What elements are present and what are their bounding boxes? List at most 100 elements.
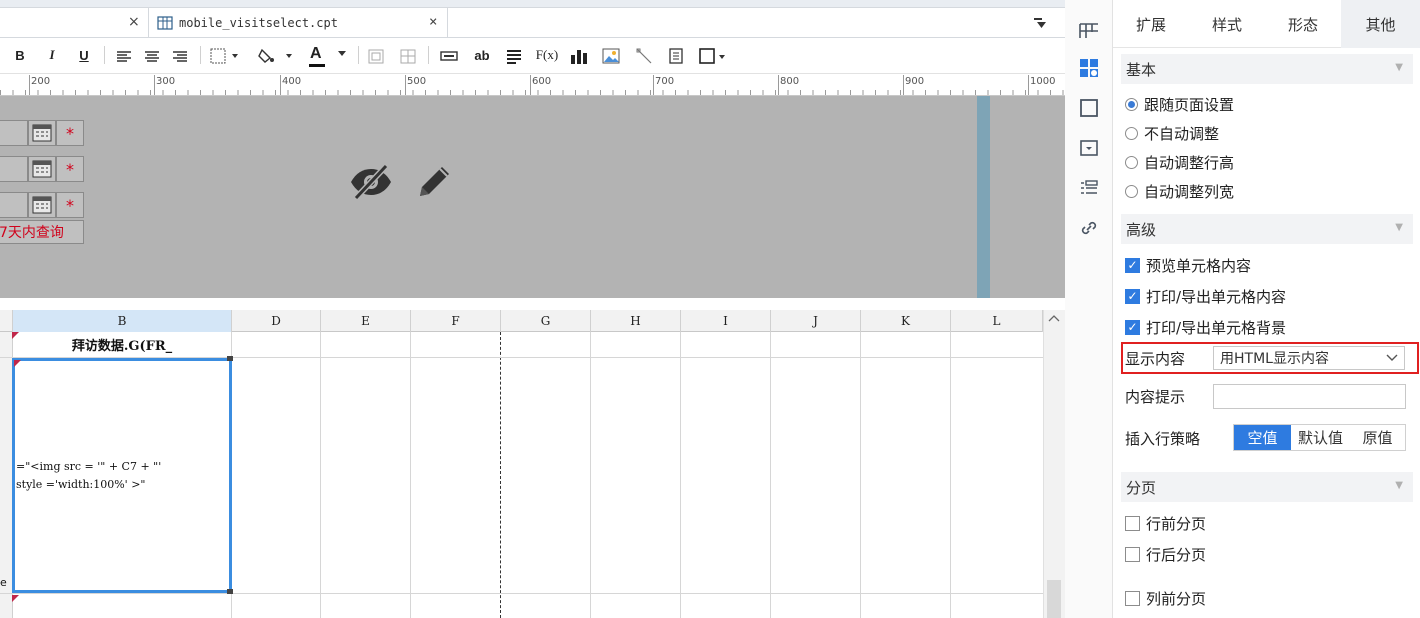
- insert-image-icon[interactable]: [602, 48, 620, 64]
- ruler-label: 1000: [1030, 76, 1056, 87]
- italic-button[interactable]: I: [44, 44, 60, 66]
- cell-attributes-tab[interactable]: [1065, 14, 1113, 46]
- form-input-cell[interactable]: [0, 192, 28, 218]
- border-tab[interactable]: [1065, 92, 1113, 124]
- strategy-null-button[interactable]: 空值: [1234, 425, 1291, 450]
- tab-other[interactable]: 其他: [1341, 0, 1420, 48]
- widget-icon: [1080, 59, 1098, 77]
- insert-paragraph-icon[interactable]: [506, 49, 522, 64]
- dropdown-tab[interactable]: [1065, 132, 1113, 164]
- merge-cells-icon[interactable]: [368, 49, 384, 64]
- column-header[interactable]: E: [321, 310, 411, 332]
- column-header[interactable]: B: [13, 310, 232, 332]
- column-header[interactable]: K: [861, 310, 951, 332]
- ruler-label: 900: [905, 76, 925, 87]
- form-canvas: * * * 7天内查询: [0, 96, 1065, 298]
- eye-slash-icon[interactable]: [348, 162, 394, 202]
- font-color-glyph: A: [310, 45, 322, 62]
- date-picker-cell[interactable]: [28, 120, 56, 146]
- check-print-content[interactable]: ✓ 打印/导出单元格内容: [1125, 284, 1286, 308]
- bold-button[interactable]: B: [12, 44, 28, 66]
- vertical-scrollbar[interactable]: [1043, 310, 1065, 618]
- insert-row-strategy-label: 插入行策略: [1125, 430, 1201, 448]
- widget-settings-tab[interactable]: [1065, 52, 1113, 84]
- column-header[interactable]: L: [951, 310, 1043, 332]
- data-header-cell[interactable]: 拜访数据.G(FR_: [13, 332, 231, 357]
- required-mark: *: [56, 156, 84, 182]
- panel-tab-bar: 扩展 样式 形态 其他: [1113, 0, 1420, 48]
- column-header[interactable]: I: [681, 310, 771, 332]
- insert-subreport-icon[interactable]: [668, 48, 684, 64]
- hyperlink-tab[interactable]: [1065, 212, 1113, 244]
- cell-handle[interactable]: [227, 589, 233, 594]
- close-previous-tab-icon[interactable]: ×: [128, 14, 140, 30]
- check-print-background[interactable]: ✓ 打印/导出单元格背景: [1125, 315, 1286, 339]
- check-preview-content[interactable]: ✓ 预览单元格内容: [1125, 253, 1251, 277]
- check-page-before-row[interactable]: 行前分页: [1125, 511, 1206, 535]
- scrollbar-thumb[interactable]: [1047, 580, 1061, 618]
- tab-style[interactable]: 样式: [1189, 0, 1265, 48]
- pencil-icon[interactable]: [414, 162, 454, 202]
- option-auto-column-width[interactable]: 自动调整列宽: [1125, 179, 1234, 203]
- column-header[interactable]: D: [232, 310, 321, 332]
- check-page-after-row[interactable]: 行后分页: [1125, 542, 1206, 566]
- section-basic[interactable]: 基本 ▼: [1121, 54, 1413, 84]
- ruler-label: 300: [156, 76, 176, 87]
- tab-menu-icon[interactable]: [1033, 17, 1047, 29]
- option-auto-row-height[interactable]: 自动调整行高: [1125, 150, 1234, 174]
- option-label: 自动调整行高: [1144, 153, 1235, 172]
- display-content-select[interactable]: 用HTML显示内容: [1213, 346, 1405, 370]
- calendar-icon: [32, 160, 52, 178]
- date-picker-cell[interactable]: [28, 192, 56, 218]
- chevron-up-icon[interactable]: [1048, 314, 1060, 322]
- formula-line-2: style ='width:100%' >": [16, 478, 146, 491]
- section-paging[interactable]: 分页 ▼: [1121, 472, 1413, 502]
- cell-handle[interactable]: [227, 356, 233, 361]
- font-color-button[interactable]: A: [308, 45, 352, 67]
- cell-border-icon[interactable]: [698, 47, 728, 65]
- list-tab[interactable]: [1065, 172, 1113, 204]
- form-input-cell[interactable]: [0, 156, 28, 182]
- selected-cell[interactable]: [12, 358, 232, 593]
- section-advanced[interactable]: 高级 ▼: [1121, 214, 1413, 244]
- column-header[interactable]: F: [411, 310, 501, 332]
- horizontal-ruler: 200 300 400 500 600 700 800 900 1000: [0, 74, 1065, 96]
- strategy-default-button[interactable]: 默认值: [1291, 425, 1350, 450]
- split-cells-icon[interactable]: [400, 49, 416, 64]
- align-left-icon[interactable]: [116, 50, 132, 64]
- column-header[interactable]: J: [771, 310, 861, 332]
- tab-mobile-visitselect[interactable]: mobile_visitselect.cpt ×: [148, 8, 448, 38]
- cell-marker-icon: [12, 332, 19, 339]
- tab-extension[interactable]: 扩展: [1113, 0, 1189, 48]
- column-header[interactable]: G: [501, 310, 591, 332]
- tab-bar: × mobile_visitselect.cpt ×: [0, 8, 1065, 38]
- insert-row-strategy-group: 空值 默认值 原值: [1233, 424, 1406, 451]
- border-style-icon[interactable]: [210, 48, 240, 64]
- canvas-resize-handle[interactable]: [977, 96, 990, 298]
- align-center-icon[interactable]: [144, 50, 160, 64]
- fill-color-icon[interactable]: [258, 47, 294, 65]
- query-range-label[interactable]: 7天内查询: [0, 220, 84, 244]
- tab-form[interactable]: 形态: [1265, 0, 1341, 48]
- option-follow-page[interactable]: 跟随页面设置: [1125, 92, 1234, 116]
- report-grid[interactable]: 拜访数据.G(FR_ ="<img src = '" + C7 + "' sty…: [0, 332, 1043, 618]
- calendar-icon: [32, 124, 52, 142]
- cell-marker-icon: [14, 360, 21, 367]
- insert-chart-icon[interactable]: [570, 48, 588, 64]
- border-icon: [1080, 99, 1098, 117]
- insert-slash-icon[interactable]: [636, 48, 652, 64]
- align-right-icon[interactable]: [172, 50, 188, 64]
- option-no-auto-adjust[interactable]: 不自动调整: [1125, 121, 1219, 145]
- tooltip-input[interactable]: [1213, 384, 1406, 409]
- form-input-cell[interactable]: [0, 120, 28, 146]
- insert-formula-button[interactable]: F(x): [534, 44, 560, 66]
- insert-text-field-icon[interactable]: [440, 51, 458, 61]
- date-picker-cell[interactable]: [28, 156, 56, 182]
- insert-text-button[interactable]: ab: [472, 44, 492, 66]
- column-header[interactable]: H: [591, 310, 681, 332]
- close-tab-icon[interactable]: ×: [429, 14, 437, 30]
- link-icon: [1081, 221, 1097, 235]
- underline-button[interactable]: U: [76, 44, 92, 66]
- check-page-before-column[interactable]: 列前分页: [1125, 586, 1206, 610]
- strategy-original-button[interactable]: 原值: [1350, 425, 1405, 450]
